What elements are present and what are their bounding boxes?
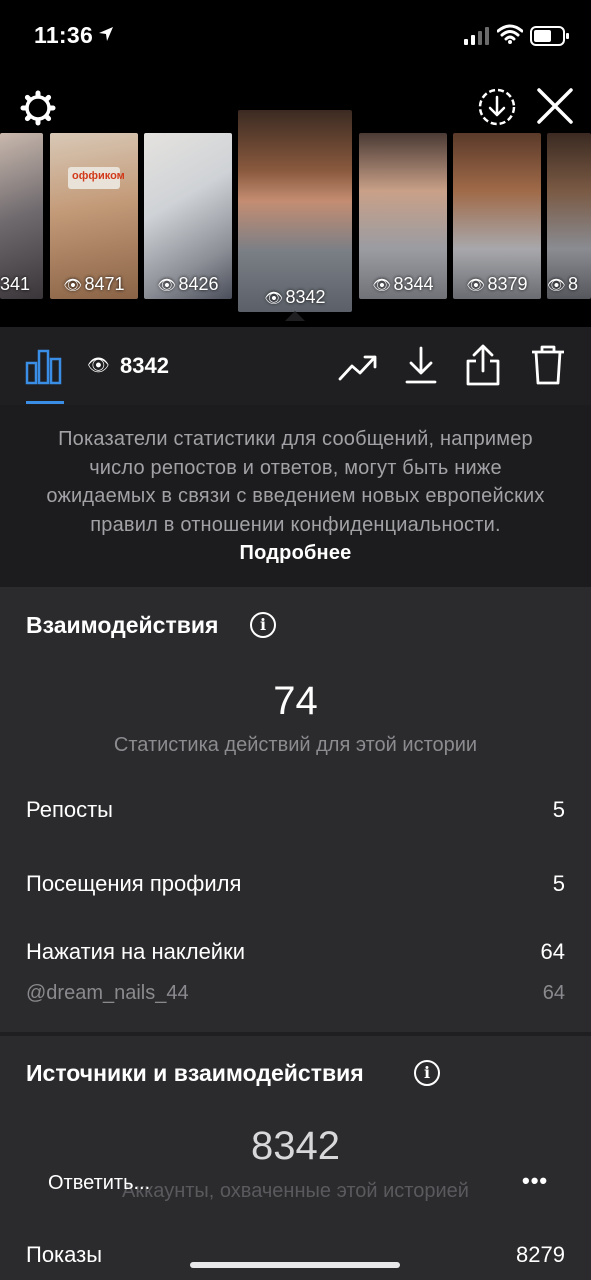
views-count: 8342 xyxy=(120,353,169,378)
eye-icon: 👁 xyxy=(157,277,177,294)
sticker-mention-label[interactable]: @dream_nails_44 xyxy=(26,982,189,1005)
status-bar: 11:36 xyxy=(0,0,591,70)
sources-total: 8342 xyxy=(251,1124,340,1168)
eye-icon: 👁 xyxy=(372,277,392,294)
promote-trend-icon[interactable] xyxy=(337,347,379,385)
battery-icon xyxy=(530,26,569,46)
status-time: 11:36 xyxy=(34,22,94,48)
stats-bar-chart-icon[interactable] xyxy=(24,347,64,385)
info-icon[interactable]: i xyxy=(250,612,276,638)
eye-icon: 👁 xyxy=(466,277,486,294)
eye-icon: 👁 xyxy=(547,277,567,294)
impressions-value: 8279 xyxy=(516,1242,565,1267)
story-thumbnail-selected[interactable]: 👁 8342 xyxy=(238,110,352,312)
eye-icon: 👁 xyxy=(63,277,83,294)
selected-pointer xyxy=(285,311,305,321)
story-thumbnail[interactable]: 341 xyxy=(0,133,43,299)
thumbnail-views: 👁 8426 xyxy=(157,274,219,294)
story-thumbnail[interactable]: 👁 8426 xyxy=(144,133,232,299)
reposts-value: 5 xyxy=(552,797,565,822)
story-thumbnail[interactable]: 👁 8 xyxy=(547,133,591,299)
info-icon[interactable]: i xyxy=(414,1060,440,1086)
profile-visits-label: Посещения профиля xyxy=(26,871,242,896)
thumbnail-views: 👁 8471 xyxy=(63,274,125,294)
interactions-subtitle: Статистика действий для этой истории xyxy=(113,734,478,756)
delete-trash-icon[interactable] xyxy=(530,343,566,387)
section-divider xyxy=(0,1032,591,1036)
thumbnail-views: 👁 8 xyxy=(547,274,579,294)
sticker-taps-value: 64 xyxy=(540,939,565,964)
home-indicator xyxy=(190,1262,400,1268)
reply-input[interactable]: Ответить... xyxy=(48,1172,150,1195)
story-thumbnail[interactable]: оффиком 👁 8471 xyxy=(50,133,138,299)
privacy-notice: Показатели статистики для сообщений, нап… xyxy=(0,405,591,587)
impressions-label: Показы xyxy=(26,1242,103,1267)
thumbnail-views: 👁 8344 xyxy=(372,274,434,294)
location-arrow-icon xyxy=(99,27,113,41)
learn-more-link[interactable]: Подробнее xyxy=(240,542,352,564)
bag-logo: оффиком xyxy=(68,167,125,189)
thumbnail-views: 341 xyxy=(0,274,31,294)
interactions-total: 74 xyxy=(273,679,318,723)
reposts-label: Репосты xyxy=(26,797,113,822)
sticker-taps-label: Нажатия на наклейки xyxy=(26,939,246,964)
profile-visits-value: 5 xyxy=(552,871,565,896)
notice-text: Показатели статистики для сообщений, нап… xyxy=(46,428,545,564)
interactions-title: Взаимодействия xyxy=(26,612,219,638)
story-thumbnail[interactable]: 👁 8344 xyxy=(359,133,447,299)
story-thumbnail[interactable]: 👁 8379 xyxy=(453,133,541,299)
thumbnail-views: 👁 8342 xyxy=(264,287,326,307)
eye-icon: 👁 xyxy=(264,290,284,307)
cellular-signal-icon xyxy=(464,27,489,45)
thumbnail-views: 👁 8379 xyxy=(466,274,528,294)
eye-icon: 👁 xyxy=(87,355,110,375)
download-icon[interactable] xyxy=(403,345,439,385)
sources-title: Источники и взаимодействия xyxy=(26,1060,364,1086)
wifi-icon xyxy=(497,24,523,44)
share-icon[interactable] xyxy=(464,343,502,387)
story-toolbar: 👁 8342 xyxy=(0,327,591,405)
sticker-mention-value: 64 xyxy=(542,982,565,1004)
active-tab-indicator xyxy=(26,401,64,404)
story-thumbnails-strip: 341 оффиком 👁 8471 👁 8426 👁 8342 👁 8344 👁 837… xyxy=(0,110,591,330)
more-options-icon[interactable]: ••• xyxy=(522,1168,548,1194)
